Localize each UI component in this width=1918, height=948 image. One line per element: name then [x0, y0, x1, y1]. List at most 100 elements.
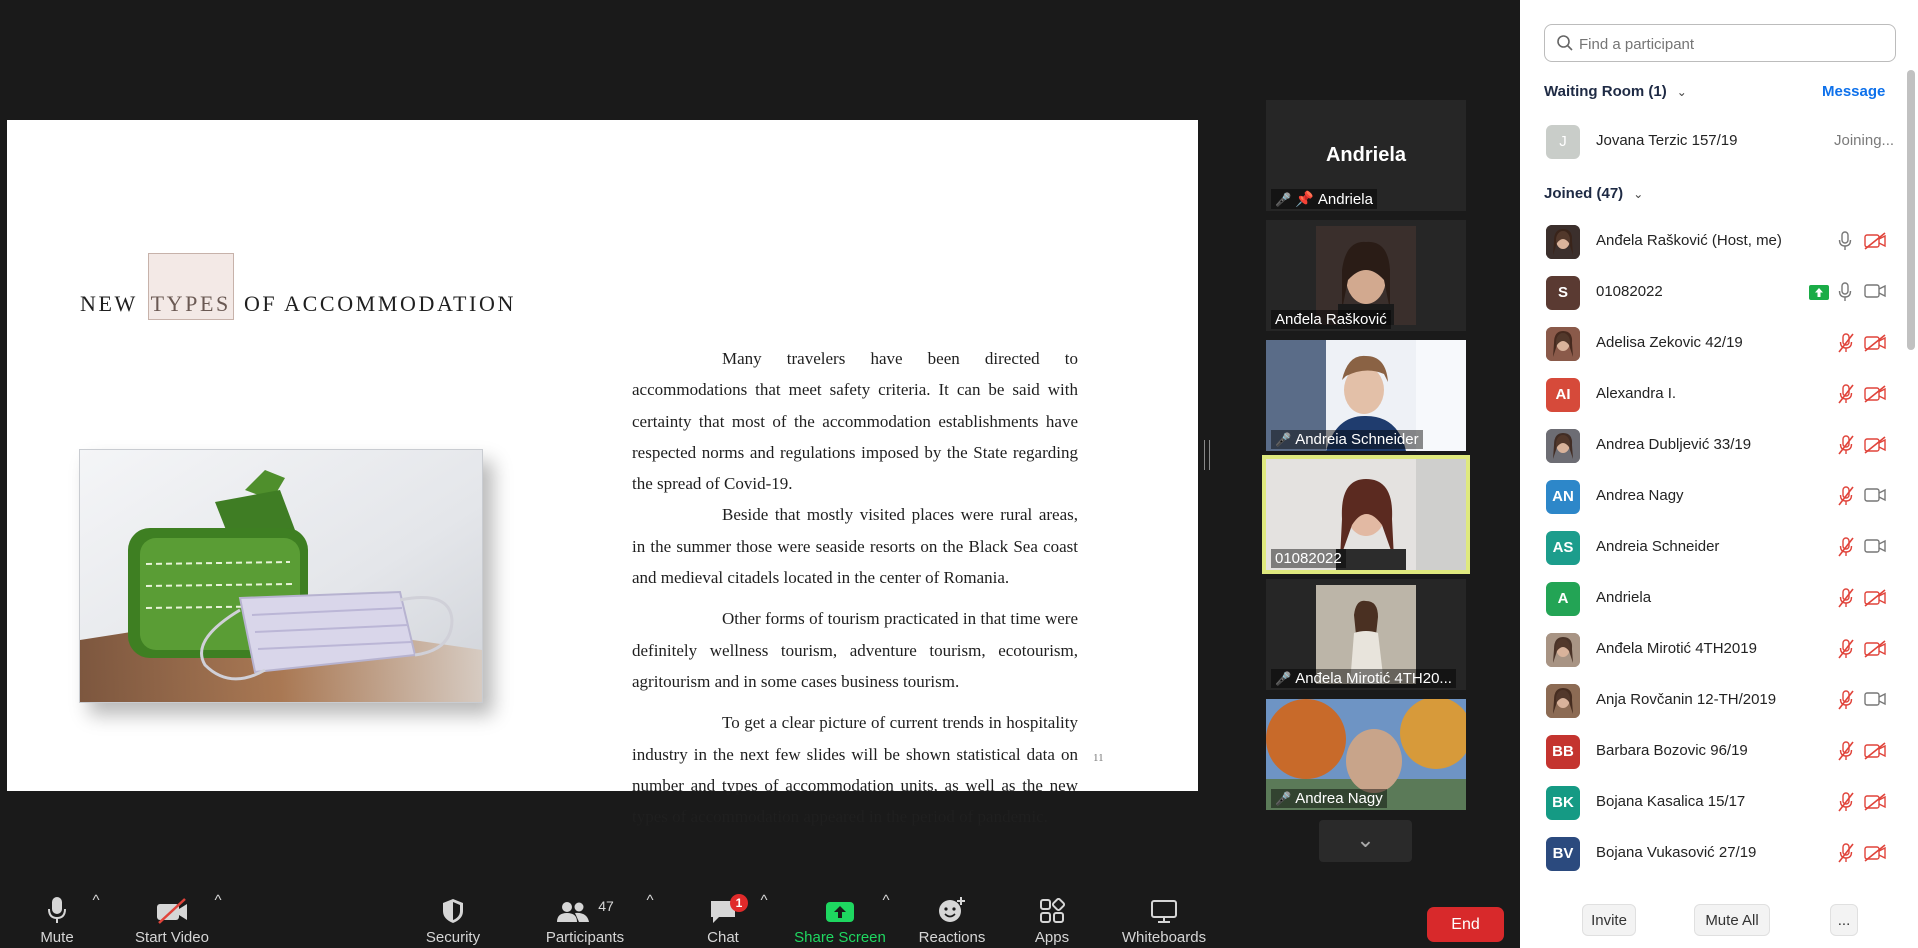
video-options-caret[interactable]: ^	[212, 892, 224, 948]
waiting-room-title: Waiting Room (1)	[1544, 83, 1667, 100]
end-meeting-button[interactable]: End	[1427, 907, 1504, 942]
video-off-icon[interactable]	[1864, 793, 1886, 816]
tile-name: Andriela	[1317, 191, 1373, 208]
participants-icon: 47	[540, 892, 630, 924]
microphone-muted-icon[interactable]	[1838, 537, 1854, 562]
video-off-icon[interactable]	[1864, 640, 1886, 663]
more-options-button[interactable]: ...	[1830, 904, 1858, 936]
participant-row[interactable]: AN Andrea Nagy	[1520, 472, 1900, 523]
waiting-participant-row[interactable]: J Jovana Terzic 157/19 Joining...	[1520, 117, 1900, 168]
reactions-button[interactable]: Reactions	[914, 892, 990, 948]
microphone-muted-icon[interactable]	[1838, 435, 1854, 460]
chat-label: Chat	[707, 929, 739, 946]
participant-row[interactable]: BB Barbara Bozovic 96/19	[1520, 727, 1900, 778]
waiting-room-header[interactable]: Waiting Room (1) ⌄	[1544, 83, 1687, 100]
video-off-icon[interactable]	[1864, 844, 1886, 867]
panel-scrollbar[interactable]	[1907, 70, 1915, 350]
tile-name: 01082022	[1275, 550, 1342, 567]
video-camera-icon[interactable]	[1864, 691, 1886, 712]
microphone-muted-icon[interactable]	[1838, 384, 1854, 409]
tile-name: Andrea Nagy	[1295, 790, 1383, 807]
slide-paragraph: Other forms of tourism practicated in th…	[632, 609, 1078, 691]
gallery-scroll-down-button[interactable]: ⌄	[1319, 820, 1412, 862]
microphone-muted-icon[interactable]	[1838, 588, 1854, 613]
video-camera-icon[interactable]	[1864, 283, 1886, 304]
joined-title: Joined (47)	[1544, 185, 1624, 202]
microphone-muted-icon[interactable]	[1838, 741, 1854, 766]
participant-name: Anja Rovčanin 12-TH/2019	[1596, 691, 1777, 708]
participant-row[interactable]: BV Bojana Vukasović 27/19	[1520, 829, 1900, 880]
tile-name: Andreia Schneider	[1295, 431, 1419, 448]
tile-name: Anđela Rašković	[1275, 311, 1387, 328]
participants-panel: Waiting Room (1) ⌄ Message J Jovana Terzi…	[1520, 0, 1918, 948]
slide-title-start: NEW	[80, 291, 146, 316]
video-off-icon[interactable]	[1864, 385, 1886, 408]
chat-options-caret[interactable]: ^	[758, 892, 770, 948]
slide-image-moss-suitcase-mask	[79, 449, 483, 703]
participant-row[interactable]: A Andriela	[1520, 574, 1900, 625]
microphone-muted-icon[interactable]	[1838, 486, 1854, 511]
microphone-icon[interactable]	[1838, 231, 1852, 256]
participant-search[interactable]	[1544, 24, 1896, 63]
participants-options-caret[interactable]: ^	[644, 892, 656, 948]
video-off-icon[interactable]	[1864, 436, 1886, 459]
participant-row[interactable]: Adelisa Zekovic 42/19	[1520, 319, 1900, 370]
chevron-down-icon: ⌄	[1356, 827, 1375, 852]
video-camera-icon[interactable]	[1864, 487, 1886, 508]
meeting-toolbar: Mute ^ Start Video ^ Security 47 Partici…	[0, 892, 1520, 948]
microphone-icon[interactable]	[1838, 282, 1852, 307]
message-waiting-room-link[interactable]: Message	[1822, 83, 1885, 100]
participant-row[interactable]: AI Alexandra I.	[1520, 370, 1900, 421]
video-camera-icon[interactable]	[1864, 538, 1886, 559]
participants-button[interactable]: 47 Participants	[540, 892, 630, 948]
mute-all-button[interactable]: Mute All	[1694, 904, 1770, 936]
chat-button[interactable]: 1 Chat	[694, 892, 752, 948]
participant-row[interactable]: Andrea Dubljević 33/19	[1520, 421, 1900, 472]
participant-row[interactable]: BK Bojana Kasalica 15/17	[1520, 778, 1900, 829]
apps-button[interactable]: Apps	[1028, 892, 1076, 948]
video-tile-active-speaker[interactable]: 01082022	[1262, 455, 1470, 574]
video-tile[interactable]: 🎤 Anđela Mirotić 4TH20...	[1266, 579, 1466, 690]
participant-name: Barbara Bozovic 96/19	[1596, 742, 1748, 759]
microphone-muted-icon[interactable]	[1838, 333, 1854, 358]
share-screen-label: Share Screen	[794, 929, 886, 946]
participant-name: Bojana Vukasović 27/19	[1596, 844, 1757, 861]
invite-button[interactable]: Invite	[1582, 904, 1636, 936]
share-options-caret[interactable]: ^	[880, 892, 892, 948]
microphone-muted-icon[interactable]	[1838, 639, 1854, 664]
video-off-icon[interactable]	[1864, 589, 1886, 612]
slide-page-number: 11	[1093, 752, 1104, 764]
participant-name: Andreia Schneider	[1596, 538, 1720, 555]
mic-muted-icon: 🎤	[1275, 671, 1292, 686]
participant-name: Andrea Dubljević 33/19	[1596, 436, 1752, 453]
video-tile[interactable]: Anđela Rašković	[1266, 220, 1466, 331]
participant-row[interactable]: AS Andreia Schneider	[1520, 523, 1900, 574]
microphone-muted-icon[interactable]	[1838, 690, 1854, 715]
video-tile[interactable]: 🎤 Andreia Schneider	[1266, 340, 1466, 451]
participant-row[interactable]: Anđela Mirotić 4TH2019	[1520, 625, 1900, 676]
video-off-icon[interactable]	[1864, 334, 1886, 357]
joined-header[interactable]: Joined (47) ⌄	[1544, 185, 1643, 202]
security-button[interactable]: Security	[420, 892, 486, 948]
microphone-muted-icon[interactable]	[1838, 843, 1854, 868]
mute-label: Mute	[40, 929, 74, 946]
participant-row[interactable]: Anja Rovčanin 12-TH/2019	[1520, 676, 1900, 727]
slide-title-highlight: TYPES	[147, 253, 234, 320]
pin-icon: 📌	[1295, 191, 1314, 208]
mic-muted-icon: 🎤	[1275, 791, 1292, 806]
mute-options-caret[interactable]: ^	[90, 892, 102, 948]
video-off-icon[interactable]	[1864, 742, 1886, 765]
resize-handle[interactable]	[1204, 440, 1210, 470]
start-video-button[interactable]: Start Video	[132, 892, 212, 948]
mute-button[interactable]: Mute	[30, 892, 84, 948]
search-input[interactable]	[1577, 25, 1881, 63]
video-tile[interactable]: 🎤 Andrea Nagy	[1266, 699, 1466, 810]
participant-row[interactable]: Anđela Rašković (Host, me)	[1520, 217, 1900, 268]
share-screen-button[interactable]: Share Screen	[790, 892, 890, 948]
participant-row[interactable]: S 01082022	[1520, 268, 1900, 319]
chat-unread-badge: 1	[730, 894, 748, 912]
video-tile[interactable]: Andriela 🎤 📌 Andriela	[1266, 100, 1466, 211]
microphone-muted-icon[interactable]	[1838, 792, 1854, 817]
video-off-icon[interactable]	[1864, 232, 1886, 255]
whiteboards-button[interactable]: Whiteboards	[1116, 892, 1212, 948]
